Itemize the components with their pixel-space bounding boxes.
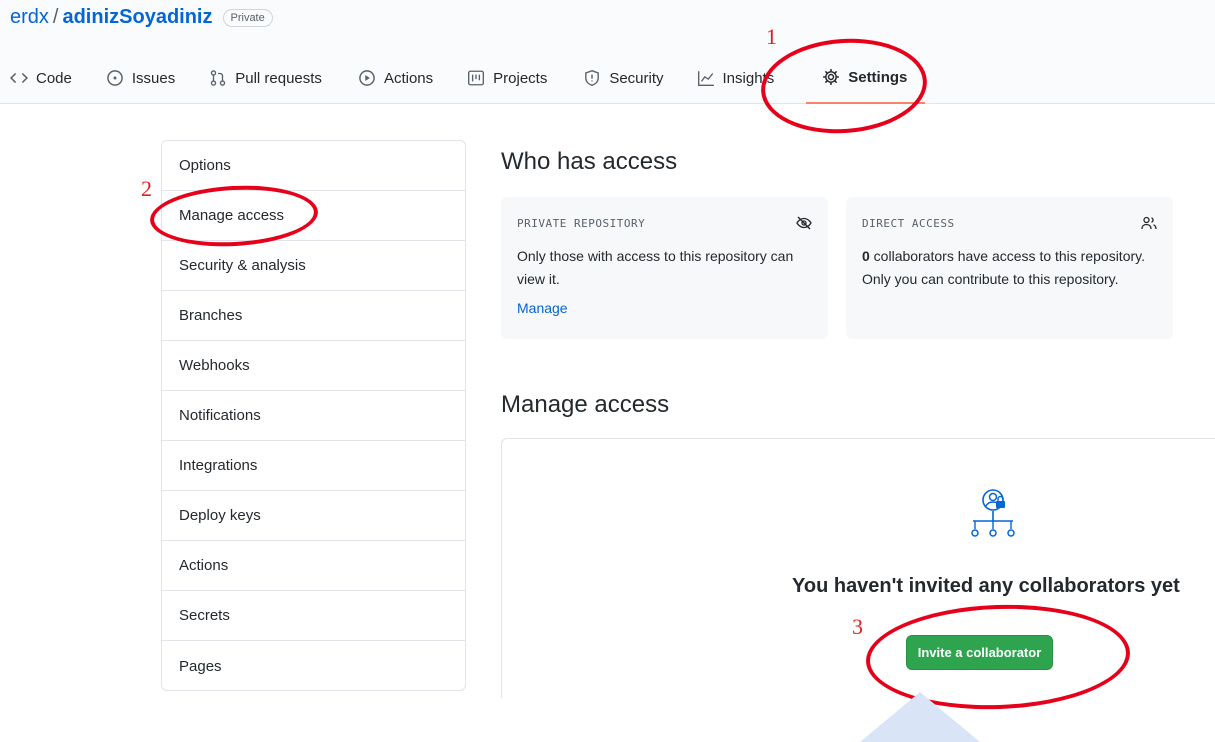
tab-pull-requests[interactable]: Pull requests — [209, 58, 322, 98]
tab-projects[interactable]: Projects — [467, 58, 547, 98]
sidebar-item-label: Options — [179, 157, 231, 174]
card-heading: PRIVATE REPOSITORY — [517, 215, 812, 231]
sidebar-item-branches[interactable]: Branches — [162, 291, 465, 341]
private-repository-heading: PRIVATE REPOSITORY — [517, 216, 646, 230]
pull-request-icon — [211, 70, 226, 86]
manage-access-title: Manage access — [501, 391, 670, 418]
repo-separator: / — [52, 6, 59, 28]
watermark-shape — [860, 692, 980, 742]
repo-name-link[interactable]: adinizSoyadiniz — [62, 6, 212, 29]
tab-label: Security — [609, 69, 664, 87]
sidebar-item-integrations[interactable]: Integrations — [162, 441, 465, 491]
repo-header: erdx / adinizSoyadiniz Private Code Issu… — [0, 0, 1215, 104]
sidebar-item-secrets[interactable]: Secrets — [162, 591, 465, 641]
direct-access-text: 0 collaborators have access to this repo… — [862, 245, 1157, 291]
sidebar-item-notifications[interactable]: Notifications — [162, 391, 465, 441]
annotation-step-3: 3 — [852, 614, 863, 639]
sidebar-item-security-analysis[interactable]: Security & analysis — [162, 241, 465, 291]
shield-icon — [585, 69, 600, 87]
no-collaborators-message: You haven't invited any collaborators ye… — [792, 575, 1180, 597]
sidebar-item-options[interactable]: Options — [162, 141, 465, 191]
sidebar-item-deploy-keys[interactable]: Deploy keys — [162, 491, 465, 541]
tab-security[interactable]: Security — [583, 58, 664, 98]
tab-label: Pull requests — [235, 69, 322, 87]
sidebar-item-pages[interactable]: Pages — [162, 641, 465, 690]
tab-code[interactable]: Code — [10, 58, 72, 98]
tab-label: Issues — [131, 69, 176, 87]
issue-icon — [107, 70, 123, 86]
sidebar-item-label: Integrations — [179, 457, 258, 474]
sidebar-item-label: Webhooks — [179, 357, 250, 374]
code-icon — [10, 72, 28, 84]
graph-icon — [697, 71, 714, 86]
sidebar-item-actions[interactable]: Actions — [162, 541, 465, 591]
manage-link[interactable]: Manage — [517, 300, 568, 316]
private-repository-text: Only those with access to this repositor… — [517, 248, 794, 287]
card-heading: DIRECT ACCESS — [862, 215, 1157, 231]
private-repository-card: PRIVATE REPOSITORY Only those with acces… — [501, 197, 828, 339]
visibility-badge: Private — [222, 8, 273, 27]
annotation-step-1: 1 — [766, 24, 777, 49]
sidebar-item-label: Pages — [179, 657, 222, 675]
sidebar-item-label: Secrets — [179, 607, 230, 624]
tab-label: Code — [36, 69, 72, 87]
collaborator-count: 0 — [862, 248, 870, 264]
sidebar-item-label: Actions — [179, 557, 229, 574]
sidebar-item-label: Branches — [179, 307, 243, 324]
project-icon — [468, 70, 485, 86]
sidebar-item-label: Security & analysis — [179, 257, 306, 274]
tab-label: Projects — [493, 69, 548, 87]
play-icon — [359, 70, 375, 86]
tab-actions[interactable]: Actions — [358, 58, 433, 98]
repo-owner-link[interactable]: erdx — [10, 6, 49, 29]
who-has-access-title: Who has access — [501, 148, 678, 175]
sidebar-item-webhooks[interactable]: Webhooks — [162, 341, 465, 391]
direct-access-heading: DIRECT ACCESS — [862, 216, 955, 230]
collaborators-icon — [971, 489, 1015, 537]
direct-access-card: DIRECT ACCESS 0 collaborators have acces… — [846, 197, 1173, 339]
tab-label: Actions — [383, 69, 434, 87]
sidebar-item-label: Deploy keys — [179, 507, 261, 524]
annotation-step-2: 2 — [141, 176, 152, 201]
direct-access-description: collaborators have access to this reposi… — [862, 248, 1145, 287]
sidebar-item-label: Notifications — [179, 407, 261, 424]
eye-closed-icon — [796, 216, 812, 230]
tab-issues[interactable]: Issues — [106, 58, 175, 98]
repo-title: erdx / adinizSoyadiniz Private — [10, 6, 273, 29]
people-icon — [1141, 216, 1157, 230]
